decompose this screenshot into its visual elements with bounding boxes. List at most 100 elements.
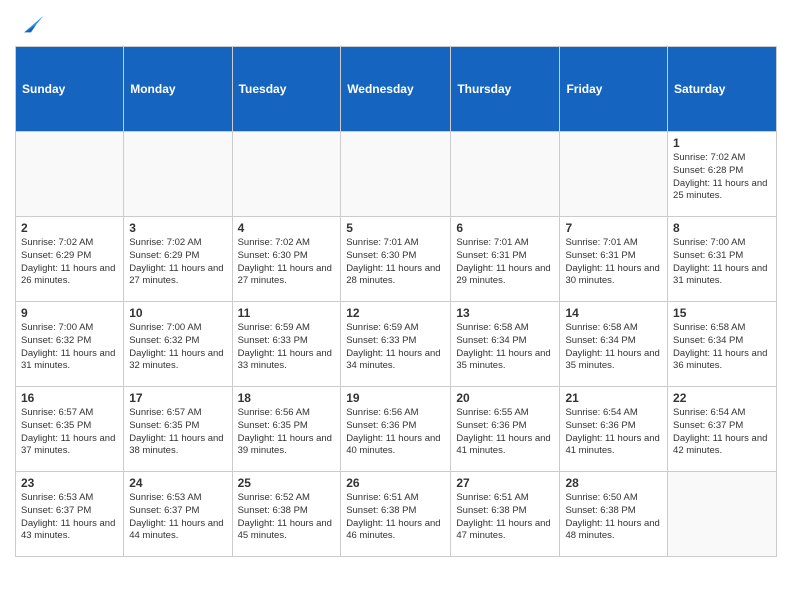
day-number: 7	[565, 221, 662, 235]
day-number: 6	[456, 221, 554, 235]
day-info: Sunrise: 7:02 AM Sunset: 6:28 PM Dayligh…	[673, 152, 771, 203]
calendar-cell: 6 Sunrise: 7:01 AM Sunset: 6:31 PM Daylig…	[451, 217, 560, 302]
day-number: 22	[673, 391, 771, 405]
calendar-cell: 3 Sunrise: 7:02 AM Sunset: 6:29 PM Daylig…	[124, 217, 232, 302]
logo-icon	[17, 10, 45, 38]
day-info: Sunrise: 6:58 AM Sunset: 6:34 PM Dayligh…	[673, 322, 771, 373]
day-info: Sunrise: 6:52 AM Sunset: 6:38 PM Dayligh…	[238, 492, 336, 543]
day-info: Sunrise: 6:58 AM Sunset: 6:34 PM Dayligh…	[456, 322, 554, 373]
calendar-cell	[451, 132, 560, 217]
calendar-cell: 26 Sunrise: 6:51 AM Sunset: 6:38 PM Dayli…	[341, 472, 451, 557]
calendar-table: SundayMondayTuesdayWednesdayThursdayFrid…	[15, 46, 777, 557]
day-number: 5	[346, 221, 445, 235]
day-number: 14	[565, 306, 662, 320]
calendar-cell: 2 Sunrise: 7:02 AM Sunset: 6:29 PM Daylig…	[16, 217, 124, 302]
day-info: Sunrise: 6:59 AM Sunset: 6:33 PM Dayligh…	[238, 322, 336, 373]
day-number: 27	[456, 476, 554, 490]
day-number: 13	[456, 306, 554, 320]
weekday-header-friday: Friday	[560, 47, 668, 132]
calendar-cell	[560, 132, 668, 217]
day-number: 19	[346, 391, 445, 405]
weekday-header-sunday: Sunday	[16, 47, 124, 132]
day-info: Sunrise: 7:00 AM Sunset: 6:32 PM Dayligh…	[21, 322, 118, 373]
weekday-header-tuesday: Tuesday	[232, 47, 341, 132]
calendar-cell: 8 Sunrise: 7:00 AM Sunset: 6:31 PM Daylig…	[668, 217, 777, 302]
calendar-cell: 12 Sunrise: 6:59 AM Sunset: 6:33 PM Dayli…	[341, 302, 451, 387]
day-number: 2	[21, 221, 118, 235]
day-number: 25	[238, 476, 336, 490]
calendar-cell: 20 Sunrise: 6:55 AM Sunset: 6:36 PM Dayli…	[451, 387, 560, 472]
calendar-cell: 1 Sunrise: 7:02 AM Sunset: 6:28 PM Daylig…	[668, 132, 777, 217]
weekday-header-row: SundayMondayTuesdayWednesdayThursdayFrid…	[16, 47, 777, 132]
page-header	[15, 10, 777, 38]
calendar-cell: 22 Sunrise: 6:54 AM Sunset: 6:37 PM Dayli…	[668, 387, 777, 472]
day-info: Sunrise: 6:59 AM Sunset: 6:33 PM Dayligh…	[346, 322, 445, 373]
day-number: 12	[346, 306, 445, 320]
calendar-cell: 25 Sunrise: 6:52 AM Sunset: 6:38 PM Dayli…	[232, 472, 341, 557]
calendar-cell: 7 Sunrise: 7:01 AM Sunset: 6:31 PM Daylig…	[560, 217, 668, 302]
day-info: Sunrise: 6:51 AM Sunset: 6:38 PM Dayligh…	[346, 492, 445, 543]
weekday-header-thursday: Thursday	[451, 47, 560, 132]
day-info: Sunrise: 6:54 AM Sunset: 6:36 PM Dayligh…	[565, 407, 662, 458]
calendar-cell: 18 Sunrise: 6:56 AM Sunset: 6:35 PM Dayli…	[232, 387, 341, 472]
day-number: 21	[565, 391, 662, 405]
calendar-cell	[341, 132, 451, 217]
day-number: 15	[673, 306, 771, 320]
day-info: Sunrise: 6:51 AM Sunset: 6:38 PM Dayligh…	[456, 492, 554, 543]
calendar-cell: 28 Sunrise: 6:50 AM Sunset: 6:38 PM Dayli…	[560, 472, 668, 557]
weekday-header-monday: Monday	[124, 47, 232, 132]
calendar-cell: 21 Sunrise: 6:54 AM Sunset: 6:36 PM Dayli…	[560, 387, 668, 472]
weekday-header-saturday: Saturday	[668, 47, 777, 132]
calendar-cell: 16 Sunrise: 6:57 AM Sunset: 6:35 PM Dayli…	[16, 387, 124, 472]
day-info: Sunrise: 6:58 AM Sunset: 6:34 PM Dayligh…	[565, 322, 662, 373]
day-info: Sunrise: 7:00 AM Sunset: 6:31 PM Dayligh…	[673, 237, 771, 288]
calendar-cell: 27 Sunrise: 6:51 AM Sunset: 6:38 PM Dayli…	[451, 472, 560, 557]
day-number: 3	[129, 221, 226, 235]
calendar-cell: 9 Sunrise: 7:00 AM Sunset: 6:32 PM Daylig…	[16, 302, 124, 387]
calendar-week-4: 16 Sunrise: 6:57 AM Sunset: 6:35 PM Dayli…	[16, 387, 777, 472]
calendar-cell	[232, 132, 341, 217]
day-number: 16	[21, 391, 118, 405]
page-container: SundayMondayTuesdayWednesdayThursdayFrid…	[0, 0, 792, 567]
day-info: Sunrise: 6:57 AM Sunset: 6:35 PM Dayligh…	[21, 407, 118, 458]
day-info: Sunrise: 7:00 AM Sunset: 6:32 PM Dayligh…	[129, 322, 226, 373]
day-number: 9	[21, 306, 118, 320]
calendar-cell: 5 Sunrise: 7:01 AM Sunset: 6:30 PM Daylig…	[341, 217, 451, 302]
day-info: Sunrise: 7:01 AM Sunset: 6:31 PM Dayligh…	[456, 237, 554, 288]
calendar-cell	[16, 132, 124, 217]
day-number: 24	[129, 476, 226, 490]
day-info: Sunrise: 6:54 AM Sunset: 6:37 PM Dayligh…	[673, 407, 771, 458]
calendar-cell: 13 Sunrise: 6:58 AM Sunset: 6:34 PM Dayli…	[451, 302, 560, 387]
calendar-week-1: 1 Sunrise: 7:02 AM Sunset: 6:28 PM Daylig…	[16, 132, 777, 217]
day-info: Sunrise: 6:50 AM Sunset: 6:38 PM Dayligh…	[565, 492, 662, 543]
day-number: 28	[565, 476, 662, 490]
day-info: Sunrise: 6:55 AM Sunset: 6:36 PM Dayligh…	[456, 407, 554, 458]
calendar-cell: 23Sunrise: 6:53 AM Sunset: 6:37 PM Dayli…	[16, 472, 124, 557]
calendar-cell: 11Sunrise: 6:59 AM Sunset: 6:33 PM Dayli…	[232, 302, 341, 387]
day-info: Sunrise: 6:57 AM Sunset: 6:35 PM Dayligh…	[129, 407, 226, 458]
day-info: Sunrise: 6:56 AM Sunset: 6:35 PM Dayligh…	[238, 407, 336, 458]
calendar-cell	[124, 132, 232, 217]
day-number: 1	[673, 136, 771, 150]
calendar-cell: 24Sunrise: 6:53 AM Sunset: 6:37 PM Dayli…	[124, 472, 232, 557]
calendar-cell: 10Sunrise: 7:00 AM Sunset: 6:32 PM Dayli…	[124, 302, 232, 387]
day-number: 4	[238, 221, 336, 235]
day-info: Sunrise: 7:01 AM Sunset: 6:30 PM Dayligh…	[346, 237, 445, 288]
day-number: 18	[238, 391, 336, 405]
day-info: Sunrise: 7:02 AM Sunset: 6:30 PM Dayligh…	[238, 237, 336, 288]
calendar-week-5: 23Sunrise: 6:53 AM Sunset: 6:37 PM Dayli…	[16, 472, 777, 557]
logo	[15, 10, 45, 38]
day-number: 20	[456, 391, 554, 405]
day-number: 23	[21, 476, 118, 490]
day-number: 8	[673, 221, 771, 235]
day-info: Sunrise: 7:01 AM Sunset: 6:31 PM Dayligh…	[565, 237, 662, 288]
day-info: Sunrise: 6:56 AM Sunset: 6:36 PM Dayligh…	[346, 407, 445, 458]
calendar-week-2: 2 Sunrise: 7:02 AM Sunset: 6:29 PM Daylig…	[16, 217, 777, 302]
day-info: Sunrise: 7:02 AM Sunset: 6:29 PM Dayligh…	[129, 237, 226, 288]
calendar-cell: 17Sunrise: 6:57 AM Sunset: 6:35 PM Dayli…	[124, 387, 232, 472]
calendar-cell: 19 Sunrise: 6:56 AM Sunset: 6:36 PM Dayli…	[341, 387, 451, 472]
day-number: 26	[346, 476, 445, 490]
calendar-cell: 15 Sunrise: 6:58 AM Sunset: 6:34 PM Dayli…	[668, 302, 777, 387]
day-info: Sunrise: 7:02 AM Sunset: 6:29 PM Dayligh…	[21, 237, 118, 288]
calendar-week-3: 9 Sunrise: 7:00 AM Sunset: 6:32 PM Daylig…	[16, 302, 777, 387]
